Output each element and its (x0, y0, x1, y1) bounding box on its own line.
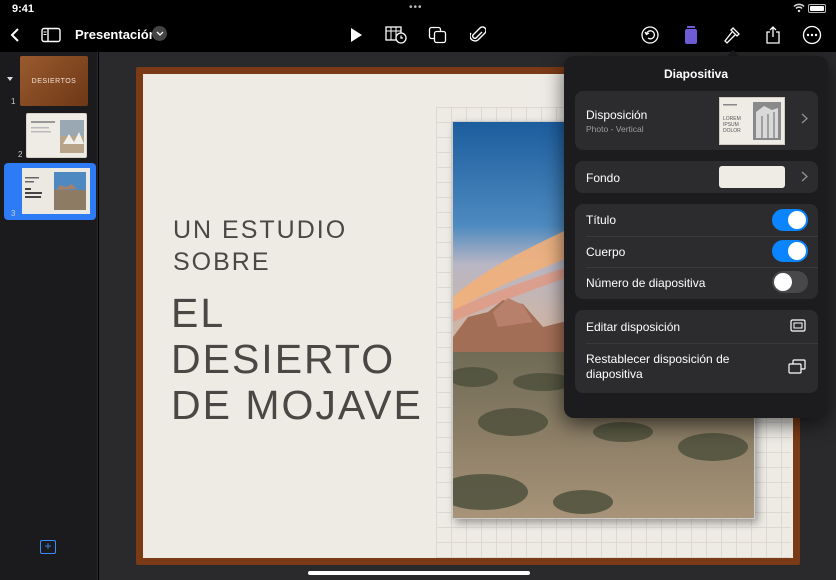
status-time: 9:41 (12, 3, 35, 15)
expand-triangle-icon[interactable] (7, 77, 13, 81)
add-slide-button[interactable]: + (40, 540, 56, 554)
slide-format-popover: Diapositiva Disposición Photo - Vertical… (564, 56, 828, 418)
slide-number-toggle[interactable] (772, 271, 808, 293)
chevron-down-icon[interactable] (152, 26, 167, 41)
sidebar-icon[interactable] (38, 22, 64, 48)
background-swatch (719, 166, 785, 188)
body-toggle-row: Cuerpo (575, 236, 818, 267)
popover-title: Diapositiva (663, 67, 729, 81)
reset-layout-icon (788, 359, 806, 379)
slide-navigator: DESIERTOS 1 2 3 + (0, 52, 98, 580)
battery-icon (808, 4, 826, 13)
chevron-right-icon (801, 113, 809, 127)
layout-row[interactable]: Disposición Photo - Vertical LOREM IPSUM… (575, 91, 818, 150)
slide-thumbnail-1-text: DESIERTOS (31, 77, 77, 85)
layout-actions-group: Editar disposición Restablecer disposici… (575, 310, 818, 393)
title-toggle-row: Título (575, 204, 818, 236)
share-icon[interactable] (760, 22, 786, 48)
document-title[interactable]: Presentación (75, 27, 157, 42)
title-toggle-label: Título (586, 213, 617, 227)
slide-thumbnail-3 (22, 168, 90, 214)
more-icon[interactable] (799, 22, 825, 48)
slide-title[interactable]: EL DESIERTO DE MOJAVE (171, 290, 441, 428)
reset-layout-label: Restablecer disposición de diapositiva (586, 352, 730, 381)
back-icon[interactable] (2, 22, 28, 48)
edit-layout-button[interactable]: Editar disposición (575, 310, 818, 343)
layout-value: Photo - Vertical (586, 124, 644, 134)
slide-thumbnail-2[interactable] (26, 113, 87, 158)
slide-subtitle[interactable]: UN ESTUDIO SOBRE (173, 214, 373, 278)
slide-thumbnail-3-selected[interactable] (4, 163, 96, 220)
edit-layout-icon (790, 319, 806, 337)
hammer-icon[interactable] (719, 22, 745, 48)
home-indicator[interactable] (308, 571, 530, 575)
slide-number-2: 2 (18, 150, 23, 159)
body-toggle[interactable] (772, 240, 808, 262)
slide-number-1: 1 (11, 97, 16, 106)
table-icon[interactable] (383, 22, 409, 48)
edit-layout-label: Editar disposición (586, 320, 681, 334)
reset-layout-button[interactable]: Restablecer disposición de diapositiva (575, 343, 818, 393)
format-icon[interactable] (678, 22, 704, 48)
slide-thumbnail-1[interactable]: DESIERTOS (20, 56, 88, 106)
slide-number-3: 3 (11, 209, 16, 218)
slide-number-toggle-label: Número de diapositiva (586, 276, 706, 290)
play-icon[interactable] (343, 22, 369, 48)
undo-icon[interactable] (637, 22, 663, 48)
toolbar: Presentación (0, 18, 836, 52)
status-bar: 9:41 ••• (0, 0, 836, 18)
layout-preview-thumbnail: LOREM IPSUM DOLOR (719, 97, 785, 145)
shapes-icon[interactable] (425, 22, 451, 48)
body-toggle-label: Cuerpo (586, 245, 626, 259)
background-row[interactable]: Fondo (575, 161, 818, 193)
attachment-icon[interactable] (465, 22, 491, 48)
toggles-group: Título Cuerpo Número de diapositiva (575, 204, 818, 299)
wifi-icon (793, 3, 805, 13)
background-label: Fondo (586, 171, 621, 185)
title-toggle[interactable] (772, 209, 808, 231)
chevron-right-icon (801, 171, 809, 185)
multitasking-dots-icon[interactable]: ••• (409, 2, 423, 13)
layout-label: Disposición (586, 108, 648, 122)
slide-number-toggle-row: Número de diapositiva (575, 267, 818, 299)
